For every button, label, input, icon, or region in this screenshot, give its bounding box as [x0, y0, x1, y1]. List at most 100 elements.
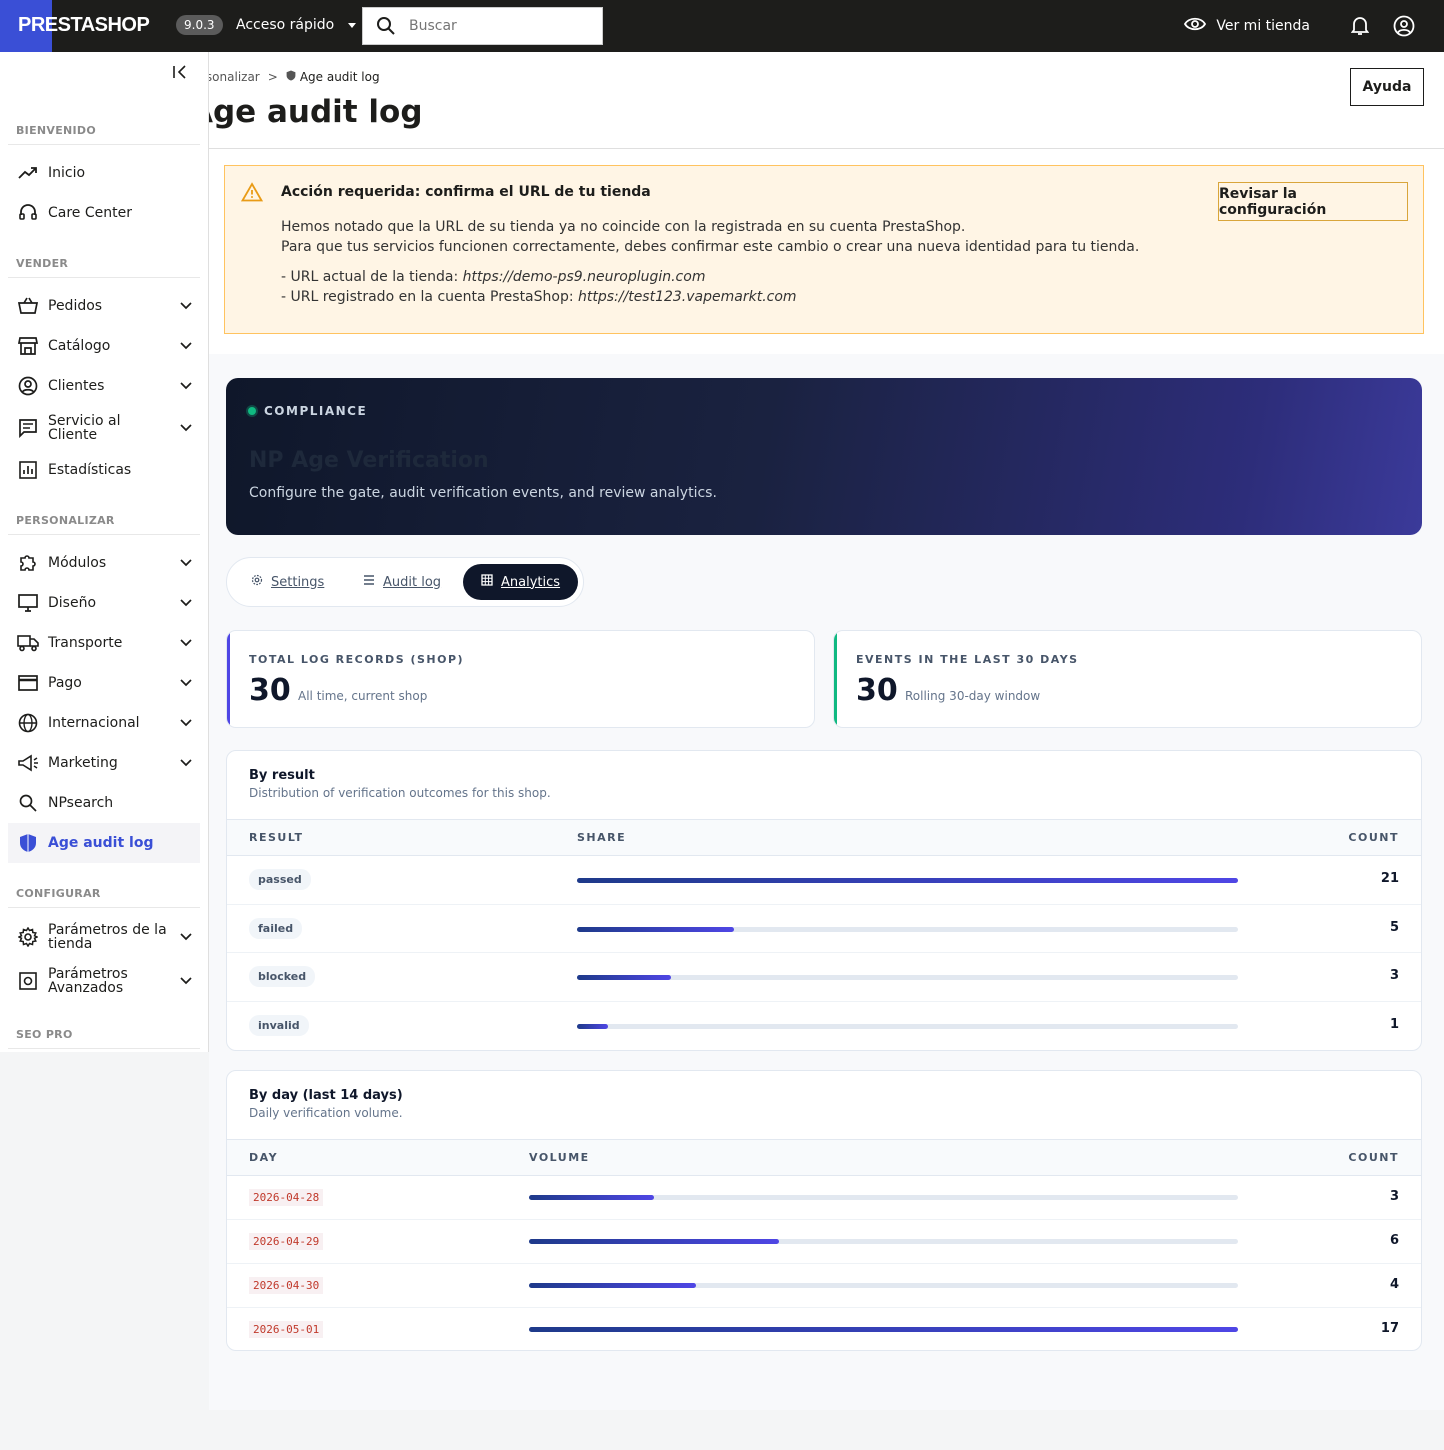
chevron-down-icon	[172, 977, 200, 985]
alert-text: Para que tus servicios funcionen correct…	[281, 239, 1140, 255]
table-row: 2026-04-30 4	[227, 1264, 1421, 1308]
panel-title: By day (last 14 days)	[249, 1088, 403, 1103]
page-title: Age audit log	[209, 94, 423, 130]
table-row: blocked 3	[227, 953, 1421, 1003]
divider	[8, 907, 200, 908]
panel-subtitle: Daily verification volume.	[249, 1106, 403, 1120]
sidebar-item-marketing[interactable]: Marketing	[8, 743, 200, 783]
tab-label: Settings	[271, 574, 325, 590]
breadcrumb-separator: >	[267, 70, 278, 84]
sidebar-item-orders[interactable]: Pedidos	[8, 286, 200, 326]
sidebar-item-npsearch[interactable]: NPsearch	[8, 783, 200, 823]
sidebar-item-label: Catálogo	[48, 338, 111, 354]
section-customize: PERSONALIZAR	[16, 514, 115, 527]
chevron-down-icon	[172, 639, 200, 647]
volume-bar-track	[529, 1283, 1238, 1288]
chevron-down-icon	[172, 933, 200, 941]
table-row: failed 5	[227, 905, 1421, 954]
sidebar-item-payment[interactable]: Pago	[8, 663, 200, 703]
page-header: rsonalizar > Age audit log Age audit log…	[209, 52, 1444, 149]
collapse-sidebar-icon[interactable]	[172, 64, 188, 84]
settings-box-icon	[8, 972, 48, 990]
sidebar-item-label: Internacional	[48, 715, 140, 731]
divider	[8, 1048, 200, 1049]
chevron-down-icon	[172, 599, 200, 607]
shield-icon	[286, 70, 296, 84]
gear-icon	[8, 927, 48, 947]
volume-bar-track	[529, 1327, 1238, 1332]
eye-icon	[1184, 16, 1207, 36]
count-value: 3	[1389, 1189, 1399, 1204]
search-icon[interactable]	[363, 16, 409, 36]
list-icon	[363, 574, 375, 590]
sidebar-item-customers[interactable]: Clientes	[8, 366, 200, 406]
main-content: rsonalizar > Age audit log Age audit log…	[209, 52, 1444, 1410]
share-bar-track	[577, 975, 1238, 981]
alert-registered-url-label: - URL registrado en la cuenta PrestaShop…	[281, 289, 579, 305]
table-row: 2026-04-29 6	[227, 1220, 1421, 1264]
chat-icon	[8, 418, 48, 438]
help-button[interactable]: Ayuda	[1350, 68, 1424, 106]
sidebar-item-shipping[interactable]: Transporte	[8, 623, 200, 663]
sidebar-item-modules[interactable]: Módulos	[8, 543, 200, 583]
column-header-day: DAY	[249, 1151, 279, 1164]
bell-icon[interactable]	[1338, 0, 1382, 52]
sidebar-item-label: Pago	[48, 675, 82, 691]
sidebar-item-shop-parameters[interactable]: Parámetros de la tienda	[8, 916, 200, 958]
trend-icon	[8, 166, 48, 180]
sidebar-item-home[interactable]: Inicio	[8, 153, 200, 193]
search-input[interactable]	[409, 18, 589, 34]
count-value: 21	[1380, 871, 1399, 886]
sidebar-item-advanced-parameters[interactable]: Parámetros Avanzados	[8, 960, 200, 1002]
section-configure: CONFIGURAR	[16, 887, 101, 900]
review-configuration-button[interactable]: Revisar la configuración	[1218, 182, 1408, 221]
table-header: DAY VOLUME COUNT	[227, 1139, 1421, 1176]
bar-chart-icon	[8, 461, 48, 479]
grid-icon	[481, 574, 493, 590]
sidebar-item-customer-service[interactable]: Servicio al Cliente	[8, 407, 200, 449]
count-value: 17	[1380, 1321, 1399, 1336]
tab-analytics[interactable]: Analytics	[463, 564, 579, 600]
sidebar-item-stats[interactable]: Estadísticas	[8, 450, 200, 490]
sidebar-item-label: Estadísticas	[48, 462, 132, 478]
tab-label: Audit log	[383, 574, 442, 590]
alert-container: Acción requerida: confirma el URL de tu …	[209, 149, 1444, 354]
account-icon[interactable]	[1382, 0, 1426, 52]
kpi-value: 30	[856, 673, 898, 708]
sidebar-item-catalog[interactable]: Catálogo	[8, 326, 200, 366]
sidebar-item-international[interactable]: Internacional	[8, 703, 200, 743]
table-row: passed 21	[227, 856, 1421, 905]
alert-current-url: https://demo-ps9.neuroplugin.com	[462, 269, 706, 285]
sidebar-footer-area	[0, 1052, 204, 1450]
user-circle-icon	[8, 376, 48, 396]
truck-icon	[8, 634, 48, 652]
share-bar-fill	[577, 1024, 609, 1030]
chevron-down-icon	[172, 759, 200, 767]
alert-text: Hemos notado que la URL de su tienda ya …	[281, 219, 966, 235]
column-header-count: COUNT	[1348, 1151, 1399, 1164]
share-bar-track	[577, 1024, 1238, 1030]
sidebar-item-age-audit-log[interactable]: Age audit log	[8, 823, 200, 863]
volume-bar-track	[529, 1239, 1238, 1244]
chevron-down-icon	[172, 679, 200, 687]
sidebar-item-care-center[interactable]: Care Center	[8, 193, 200, 233]
sidebar-item-label: Age audit log	[48, 835, 154, 851]
section-seo: SEO PRO	[16, 1028, 73, 1041]
view-store-link[interactable]: Ver mi tienda	[1184, 16, 1310, 36]
sidebar-item-label: tienda	[48, 936, 93, 952]
section-welcome: BIENVENIDO	[16, 124, 97, 137]
hero-subtitle: Configure the gate, audit verification e…	[249, 485, 717, 501]
globe-icon	[8, 713, 48, 733]
count-value: 3	[1389, 968, 1399, 984]
sidebar-item-design[interactable]: Diseño	[8, 583, 200, 623]
breadcrumb-parent[interactable]: rsonalizar	[209, 70, 260, 84]
section-sell: VENDER	[16, 257, 69, 270]
sidebar-item-label: Inicio	[48, 165, 86, 181]
sidebar-item-label: Marketing	[48, 755, 118, 771]
search-box[interactable]	[362, 7, 603, 45]
basket-icon	[8, 297, 48, 315]
quick-access-dropdown[interactable]: Acceso rápido	[236, 17, 357, 33]
tab-settings[interactable]: Settings	[233, 564, 342, 600]
tab-audit-log[interactable]: Audit log	[345, 564, 459, 600]
logo[interactable]: PRESTASHOP	[18, 14, 150, 37]
